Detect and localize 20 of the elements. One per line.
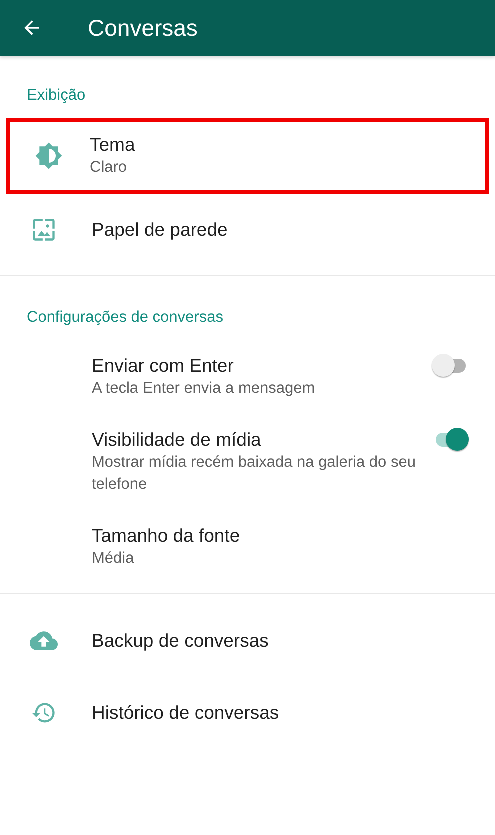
setting-item[interactable]: Backup de conversas	[0, 605, 495, 677]
section-header: Exibição	[26, 86, 87, 106]
setting-title: Tamanho da fonte	[92, 524, 242, 548]
setting-value: Claro	[90, 158, 128, 178]
setting-title: Histórico de conversas	[92, 701, 280, 725]
screen-title: Conversas	[88, 14, 198, 42]
highlighted-setting-item[interactable]: Tema Claro	[6, 118, 489, 194]
wallpaper-icon	[31, 217, 57, 243]
setting-title: Enviar com Enter	[92, 354, 235, 378]
setting-description: A tecla Enter envia a mensagem	[92, 379, 316, 399]
setting-item[interactable]: Histórico de conversas	[0, 677, 495, 749]
brightness-icon	[35, 142, 63, 170]
section-header: Configurações de conversas	[26, 308, 224, 328]
setting-description: Média	[92, 549, 136, 569]
setting-title: Backup de conversas	[92, 629, 270, 653]
setting-title: Tema	[90, 133, 136, 157]
setting-description: Mostrar mídia recém baixada na galeria do seu telefone	[92, 453, 417, 495]
setting-item[interactable]: Papel de parede	[0, 194, 495, 266]
setting-title: Papel de parede	[92, 218, 229, 242]
setting-title: Visibilidade de mídia	[92, 428, 262, 452]
